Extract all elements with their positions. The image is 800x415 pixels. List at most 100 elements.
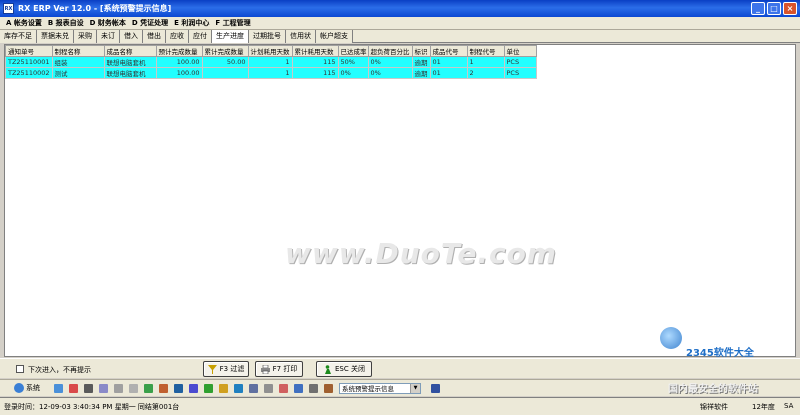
col-header[interactable]: 成品名称 [103,45,157,57]
col-header[interactable]: 已达成率 [337,45,369,57]
menu-report-custom[interactable]: B 报表自设 [48,18,84,28]
action-bar: 下次进入，不再提示 F3 过滤 F7 打印 ESC 关闭 [0,358,800,378]
status-bar: 登录时间：12-09-03 3:40:34 PM 星期一 同结第001台 锦祥软… [0,397,800,415]
cell: 1 [247,67,293,79]
window-title: RX ERP Ver 12.0 - [系统预警提示信息] [18,4,172,13]
tab-production-progress[interactable]: 生产进度 [212,30,249,43]
dont-show-again-checkbox[interactable] [16,365,24,373]
tool-icon[interactable] [129,383,138,393]
cell: 100.00 [155,67,203,79]
brand-slogan: 国内最安全的软件站 [668,384,758,395]
vendor-status: 锦祥软件 [700,403,728,411]
col-header[interactable]: 标识 [411,45,431,57]
watermark-text: www.DuoTe.com [285,237,557,270]
close-button[interactable]: ESC 关闭 [316,361,372,377]
tab-purchase[interactable]: 采购 [74,30,97,43]
tool-icon[interactable] [294,383,303,393]
tool-icon[interactable] [159,383,168,393]
col-header[interactable]: 累计完成数量 [201,45,249,57]
book-icon[interactable] [431,383,440,393]
brand-logo-text: 2345软件大全 [686,348,754,359]
cell: 0% [367,56,413,68]
cell: 1 [466,56,505,68]
filter-button[interactable]: F3 过滤 [203,361,249,377]
data-grid[interactable]: 通知单号 制程名称 成品名称 预计完成数量 累计完成数量 计划耗用天数 累计耗用… [4,44,796,357]
tool-icon[interactable] [264,383,273,393]
cell: 2 [466,67,505,79]
cell: 01 [429,67,468,79]
year-status: 12年度 [752,403,775,411]
tool-icon[interactable] [84,383,93,393]
cell: TZ25110002 [5,67,53,79]
tab-payable[interactable]: 应付 [189,30,212,43]
col-header[interactable]: 制程代号 [466,45,505,57]
tab-unordered[interactable]: 未订 [97,30,120,43]
tab-account-overdraft[interactable]: 帐户超支 [316,30,353,43]
tool-icon[interactable] [99,383,108,393]
minimize-button[interactable]: _ [751,2,765,15]
print-button[interactable]: F7 打印 [255,361,303,377]
system-menu-button[interactable]: 系统 [14,383,40,393]
tool-icon[interactable] [234,383,243,393]
tool-icon[interactable] [114,383,123,393]
table-row[interactable]: TZ25110002 测试 联想电脑套机 100.00 1 115 0% 0% … [5,67,537,79]
tool-icon[interactable] [69,383,78,393]
tool-icon[interactable] [54,383,63,393]
menu-ledger[interactable]: D 财务帐本 [90,18,126,28]
title-bar: RX RX ERP Ver 12.0 - [系统预警提示信息] _ □ × [0,0,800,17]
cell: 50.00 [201,56,249,68]
chevron-down-icon: ▼ [410,383,420,393]
col-header[interactable]: 计划耗用天数 [247,45,293,57]
filter-icon [207,364,217,374]
table-row[interactable]: TZ25110001 组装 联想电脑套机 100.00 50.00 1 115 … [5,56,537,68]
print-icon [260,364,270,374]
tool-icon[interactable] [249,383,258,393]
cell: 联想电脑套机 [103,67,157,79]
tab-borrow-out[interactable]: 借出 [143,30,166,43]
login-time-status: 登录时间：12-09-03 3:40:34 PM 星期一 同结第001台 [4,403,180,411]
tool-icon[interactable] [324,383,333,393]
tab-receivable[interactable]: 应收 [166,30,189,43]
tab-bar: 库存不足 票据未兑 采购 未订 借入 借出 应收 应付 生产进度 过期批号 信用… [0,30,800,43]
cell: PCS [503,56,537,68]
cell: 115 [291,56,339,68]
globe-icon [14,383,24,393]
col-header[interactable]: 成品代号 [429,45,468,57]
close-window-button[interactable]: × [783,2,797,15]
menu-voucher[interactable]: D 凭证处理 [132,18,168,28]
cell: 0% [367,67,413,79]
menu-engineering[interactable]: F 工程管理 [215,18,250,28]
tool-icon[interactable] [189,383,198,393]
cell [201,67,249,79]
cell: 逾期 [411,56,431,68]
tab-letter-of-credit[interactable]: 信用状 [286,30,316,43]
exit-person-icon [323,364,332,374]
col-header[interactable]: 制程名称 [51,45,105,57]
tab-borrow-in[interactable]: 借入 [120,30,143,43]
cell: 联想电脑套机 [103,56,157,68]
cell: 1 [247,56,293,68]
cell: 50% [337,56,369,68]
col-header[interactable]: 超负荷百分比 [367,45,413,57]
module-select[interactable]: 系统预警提示信息 ▼ [339,382,421,394]
col-header[interactable]: 预计完成数量 [155,45,203,57]
tool-icon[interactable] [279,383,288,393]
cell: 组装 [51,56,105,68]
col-header[interactable]: 通知单号 [5,45,53,57]
cell: TZ25110001 [5,56,53,68]
tool-icon[interactable] [309,383,318,393]
tool-icon[interactable] [174,383,183,393]
menu-account-setup[interactable]: A 帐务设置 [6,18,42,28]
maximize-button[interactable]: □ [767,2,781,15]
brand-logo-icon [660,327,682,349]
tab-bills-unpaid[interactable]: 票据未兑 [37,30,74,43]
tab-inventory-low[interactable]: 库存不足 [0,30,37,43]
tool-icon[interactable] [219,383,228,393]
col-header[interactable]: 累计耗用天数 [291,45,339,57]
tool-icon[interactable] [204,383,213,393]
menu-profit-center[interactable]: E 利润中心 [174,18,209,28]
tab-expired-batch[interactable]: 过期批号 [249,30,286,43]
filter-button-label: F3 过滤 [219,365,245,373]
tool-icon[interactable] [144,383,153,393]
col-header[interactable]: 单位 [503,45,537,57]
